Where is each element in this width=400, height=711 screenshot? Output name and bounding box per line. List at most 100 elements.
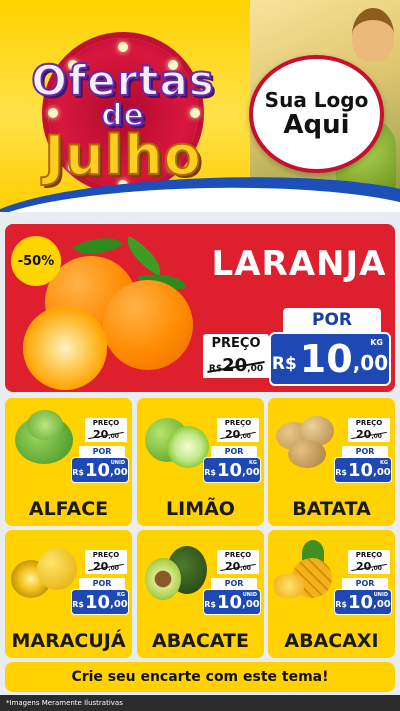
price-int: 10 [84,460,111,481]
old-price-dec: ,00 [108,565,119,572]
product-name: ABACAXI [284,630,379,652]
price-unit: KG [249,460,257,466]
old-price-dec: ,00 [240,433,251,440]
price-int: 10 [299,337,353,381]
new-price: R$ 10,00 KG [71,589,129,615]
cta-banner[interactable]: Crie seu encarte com este tema! [5,662,395,692]
old-price-dec: ,00 [240,565,251,572]
old-price-box: PREÇO 20,00 [217,550,259,574]
logo-line-1: Sua Logo [264,87,369,112]
currency: R$ [335,468,347,477]
old-price-dec: ,00 [108,433,119,440]
por-label: POR [283,308,381,332]
old-price-box: PREÇO 20,00 [85,418,127,442]
price-int: 10 [347,592,374,613]
new-price-box: POR R$ 10,00 UNID [71,446,129,483]
product-card-alface[interactable]: PREÇO 20,00 POR R$ 10,00 UNID ALFACE [5,398,132,526]
old-price-dec: ,00 [371,565,382,572]
por-label: POR [342,446,388,457]
new-price: R$ 10 ,00 KG [269,332,391,386]
old-price-box: PREÇO R$20,00 [203,334,269,380]
passion-fruit-icon [9,540,79,600]
price-unit: KG [380,460,388,466]
lime-icon [141,408,211,468]
old-price-int: 20 [356,428,372,441]
por-label: POR [79,578,125,589]
product-name: ALFACE [28,498,109,520]
product-card-batata[interactable]: PREÇO 20,00 POR R$ 10,00 KG BATATA [268,398,395,526]
currency: R$ [72,468,84,477]
price-dec: ,00 [242,599,260,610]
old-price-int: 20 [225,428,241,441]
featured-offer-card[interactable]: -50% LARANJA PREÇO R$20,00 POR R$ 10 ,00… [5,224,395,392]
old-price-currency: R$ [208,364,223,374]
orange-fruit [103,280,193,370]
old-price-box: PREÇO 20,00 [85,550,127,574]
ofertas-sign: Ofertas de Julho [18,38,228,190]
product-card-abacate[interactable]: PREÇO 20,00 POR R$ 10,00 UNID ABACATE [137,530,264,658]
product-name: MARACUJÁ [11,630,126,652]
por-label: POR [211,578,257,589]
price-dec: ,00 [242,467,260,478]
old-price: 20,00 [85,560,127,574]
old-price-box: PREÇO 20,00 [348,418,390,442]
logo-placeholder[interactable]: Sua Logo Aqui [249,55,384,173]
old-price-int: 20 [222,355,248,376]
discount-badge: -50% [11,236,61,286]
new-price-box: POR R$ 10,00 KG [203,446,261,483]
avocado-icon [141,540,211,600]
leaf-icon [119,235,169,277]
shopper-photo-icon [352,8,394,62]
price-unit: KG [117,592,125,598]
por-label: POR [342,578,388,589]
preco-label: PREÇO [85,418,127,428]
old-price-box: PREÇO 20,00 [348,550,390,574]
preco-label: PREÇO [85,550,127,560]
old-price: 20,00 [348,560,390,574]
new-price: R$ 10,00 UNID [203,589,261,615]
old-price-int: 20 [93,560,109,573]
price-int: 10 [347,460,374,481]
preco-label: PREÇO [348,418,390,428]
price-dec: ,00 [110,467,128,478]
old-price: 20,00 [217,560,259,574]
bulb-icon [118,42,128,52]
old-price-dec: ,00 [371,433,382,440]
old-price: R$20,00 [203,354,269,378]
new-price: R$ 10,00 UNID [334,589,392,615]
preco-label: PREÇO [217,418,259,428]
new-price: R$ 10,00 KG [203,457,261,483]
header-banner: Ofertas de Julho Sua Logo Aqui [0,0,400,212]
potato-icon [272,408,342,468]
new-price-box: POR R$ 10,00 UNID [203,578,261,615]
new-price-box: POR R$ 10 ,00 KG [269,308,391,386]
currency: R$ [204,600,216,609]
old-price-box: PREÇO 20,00 [217,418,259,442]
price-int: 10 [216,592,243,613]
product-name: LIMÃO [166,498,235,520]
currency: R$ [72,600,84,609]
currency: R$ [335,600,347,609]
old-price: 20,00 [217,428,259,442]
old-price: 20,00 [85,428,127,442]
preco-label: PREÇO [203,334,269,354]
old-price: 20,00 [348,428,390,442]
product-name: BATATA [292,498,371,520]
featured-product-name: LARANJA [211,244,387,284]
old-price-int: 20 [225,560,241,573]
price-dec: ,00 [110,599,128,610]
product-card-maracuja[interactable]: PREÇO 20,00 POR R$ 10,00 KG MARACUJÁ [5,530,132,658]
product-card-abacaxi[interactable]: PREÇO 20,00 POR R$ 10,00 UNID ABACAXI [268,530,395,658]
product-card-limao[interactable]: PREÇO 20,00 POR R$ 10,00 KG LIMÃO [137,398,264,526]
price-unit: UNID [373,592,388,598]
price-unit: KG [370,338,383,347]
old-price-int: 20 [93,428,109,441]
price-int: 10 [84,592,111,613]
preco-label: PREÇO [217,550,259,560]
new-price-box: POR R$ 10,00 UNID [334,578,392,615]
product-name: ABACATE [151,630,249,652]
new-price-box: POR R$ 10,00 KG [71,578,129,615]
price-dec: ,00 [373,599,391,610]
new-price: R$ 10,00 KG [334,457,392,483]
price-int: 10 [216,460,243,481]
